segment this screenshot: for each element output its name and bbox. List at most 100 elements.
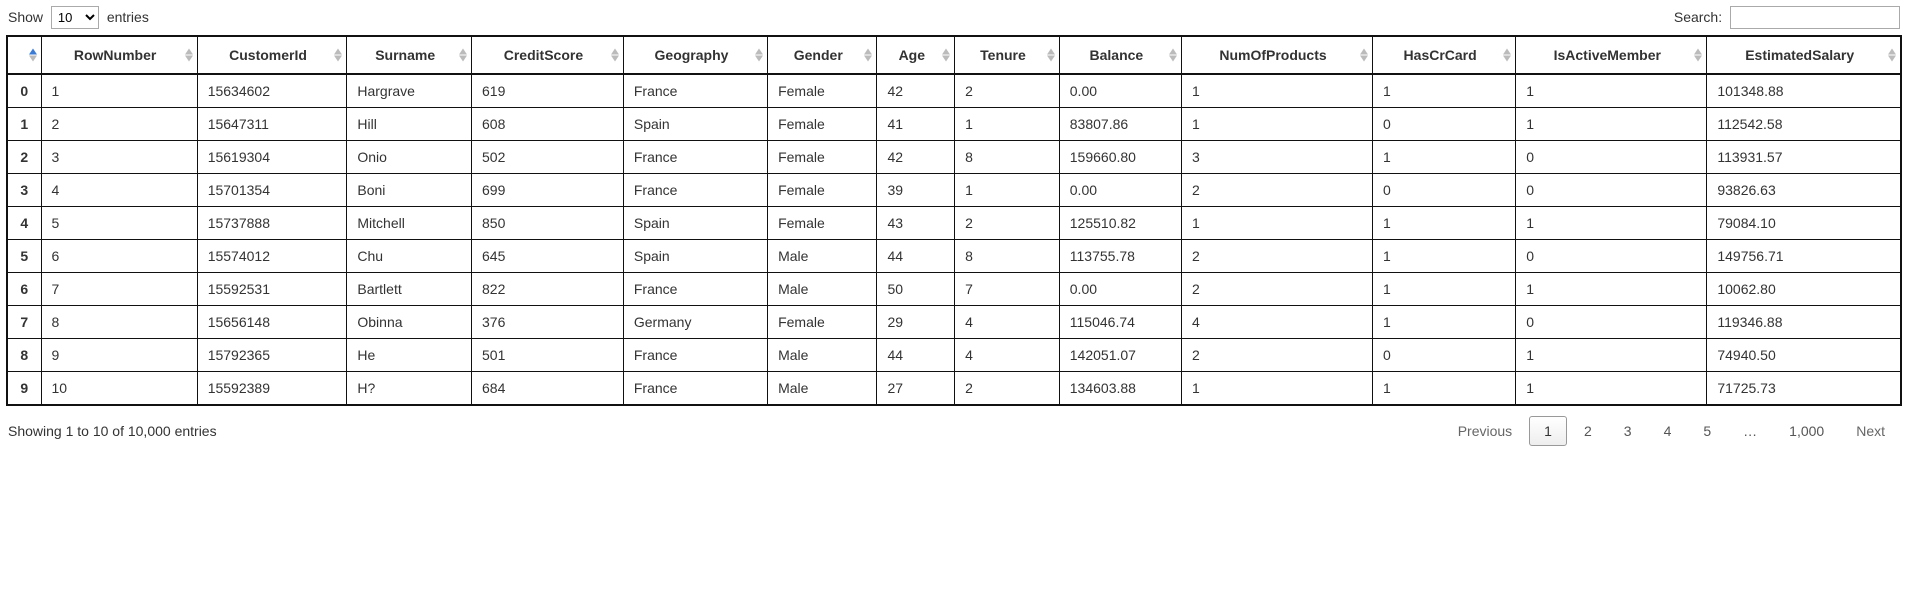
page-4[interactable]: 4 [1649,416,1687,446]
page-next[interactable]: Next [1841,416,1900,446]
length-select[interactable]: 102550100 [51,6,99,29]
column-header-age[interactable]: Age [877,36,955,74]
cell: 44 [877,339,955,372]
column-header-customerid[interactable]: CustomerId [197,36,347,74]
cell: France [623,141,767,174]
cell: 159660.80 [1059,141,1181,174]
row-index: 2 [7,141,41,174]
cell: 15701354 [197,174,347,207]
column-header-isactivemember[interactable]: IsActiveMember [1516,36,1707,74]
cell: 2 [1181,174,1372,207]
column-header-tenure[interactable]: Tenure [955,36,1060,74]
page-2[interactable]: 2 [1569,416,1607,446]
cell: France [623,273,767,306]
cell: 113931.57 [1707,141,1901,174]
table-row: 6715592531Bartlett822FranceMale5070.0021… [7,273,1901,306]
page-previous[interactable]: Previous [1443,416,1527,446]
cell: 115046.74 [1059,306,1181,339]
pagination: Previous12345…1,000Next [1441,416,1900,446]
column-header-hascrcard[interactable]: HasCrCard [1373,36,1516,74]
column-header-geography[interactable]: Geography [623,36,767,74]
cell: 2 [1181,339,1372,372]
cell: 2 [1181,240,1372,273]
page-1,000[interactable]: 1,000 [1774,416,1839,446]
cell: 44 [877,240,955,273]
cell: Female [768,174,877,207]
cell: 2 [41,108,197,141]
page-1[interactable]: 1 [1529,416,1567,446]
table-row: 3415701354Boni699FranceFemale3910.002009… [7,174,1901,207]
cell: 1 [1373,372,1516,406]
page-ellipsis: … [1728,416,1772,446]
length-suffix: entries [107,9,149,25]
cell: 1 [1373,74,1516,108]
cell: 2 [955,372,1060,406]
table-row: 4515737888Mitchell850SpainFemale43212551… [7,207,1901,240]
cell: France [623,372,767,406]
cell: 3 [41,141,197,174]
cell: 112542.58 [1707,108,1901,141]
cell: 119346.88 [1707,306,1901,339]
column-header-creditscore[interactable]: CreditScore [472,36,624,74]
length-prefix: Show [8,9,43,25]
table-row: 1215647311Hill608SpainFemale41183807.861… [7,108,1901,141]
cell: Bartlett [347,273,472,306]
table-row: 7815656148Obinna376GermanyFemale29411504… [7,306,1901,339]
cell: 1 [1181,207,1372,240]
cell: 8 [41,306,197,339]
cell: Hargrave [347,74,472,108]
cell: Chu [347,240,472,273]
cell: Spain [623,108,767,141]
cell: 7 [41,273,197,306]
column-header-balance[interactable]: Balance [1059,36,1181,74]
table-row: 0115634602Hargrave619FranceFemale4220.00… [7,74,1901,108]
column-header-rownumber[interactable]: RowNumber [41,36,197,74]
column-label: CustomerId [229,47,307,63]
cell: 10062.80 [1707,273,1901,306]
row-index: 3 [7,174,41,207]
column-label: Geography [655,47,729,63]
cell: 0.00 [1059,273,1181,306]
column-header-gender[interactable]: Gender [768,36,877,74]
cell: 134603.88 [1059,372,1181,406]
table-row: 5615574012Chu645SpainMale448113755.78210… [7,240,1901,273]
cell: 645 [472,240,624,273]
table-info: Showing 1 to 10 of 10,000 entries [8,423,217,439]
cell: He [347,339,472,372]
cell: 1 [1516,207,1707,240]
cell: 93826.63 [1707,174,1901,207]
cell: 15656148 [197,306,347,339]
cell: 1 [1181,108,1372,141]
row-index: 8 [7,339,41,372]
cell: Male [768,273,877,306]
cell: 1 [1516,339,1707,372]
page-3[interactable]: 3 [1609,416,1647,446]
cell: 376 [472,306,624,339]
cell: 2 [1181,273,1372,306]
column-header-estimatedsalary[interactable]: EstimatedSalary [1707,36,1901,74]
row-index: 5 [7,240,41,273]
cell: 822 [472,273,624,306]
column-label: Gender [794,47,843,63]
cell: 684 [472,372,624,406]
cell: 1 [955,174,1060,207]
cell: 15592389 [197,372,347,406]
search-control: Search: [1674,6,1900,29]
cell: 1 [1516,372,1707,406]
page-5[interactable]: 5 [1688,416,1726,446]
cell: 1 [41,74,197,108]
column-header-index[interactable] [7,36,41,74]
data-table: RowNumber CustomerId Surname CreditScore… [6,35,1902,406]
cell: H? [347,372,472,406]
cell: Female [768,141,877,174]
column-header-surname[interactable]: Surname [347,36,472,74]
column-header-numofproducts[interactable]: NumOfProducts [1181,36,1372,74]
cell: 113755.78 [1059,240,1181,273]
cell: 0 [1516,240,1707,273]
cell: 0 [1516,306,1707,339]
cell: France [623,339,767,372]
cell: 0 [1516,174,1707,207]
cell: France [623,174,767,207]
cell: 42 [877,141,955,174]
search-input[interactable] [1730,6,1900,29]
